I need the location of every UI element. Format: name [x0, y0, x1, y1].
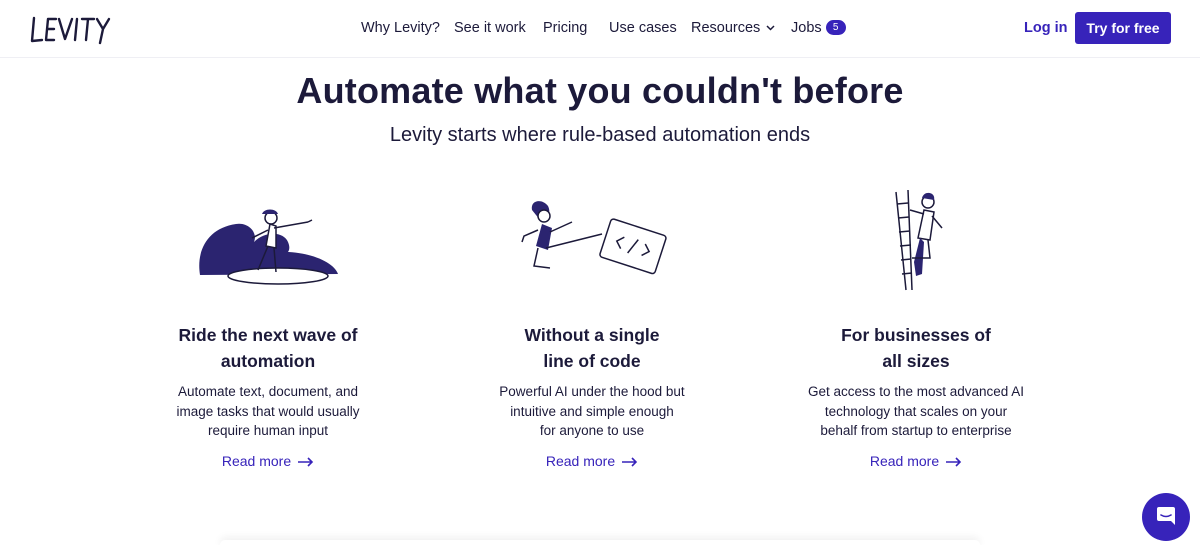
- login-link[interactable]: Log in: [1024, 20, 1068, 36]
- arrow-right-icon: [946, 457, 962, 467]
- read-more-link[interactable]: Read more: [756, 453, 1076, 469]
- feature-description: Automate text, document, and image tasks…: [108, 382, 428, 441]
- read-more-link[interactable]: Read more: [432, 453, 752, 469]
- chat-icon: [1157, 507, 1175, 525]
- feature-title-line: Without a single: [524, 325, 660, 345]
- page-subtitle: Levity starts where rule-based automatio…: [389, 124, 811, 146]
- nav-why-levity[interactable]: Why Levity?: [361, 20, 440, 36]
- feature-title-line: For businesses of: [841, 325, 991, 345]
- arrow-right-icon: [298, 457, 314, 467]
- feature-desc-line: Automate text, document, and: [177, 384, 359, 399]
- arrow-right-icon: [622, 457, 638, 467]
- feature-desc-line: require human input: [207, 423, 329, 438]
- feature-title: For businesses of all sizes: [756, 322, 1076, 374]
- nav-jobs-label: Jobs: [791, 20, 822, 36]
- read-more-link[interactable]: Read more: [108, 453, 428, 469]
- feature-title-line: Ride the next wave of: [178, 325, 358, 345]
- feature-desc-line: Powerful AI under the hood but: [499, 384, 685, 399]
- feature-desc-line: behalf from startup to enterprise: [820, 423, 1012, 438]
- feature-description: Get access to the most advanced AI techn…: [756, 382, 1076, 441]
- nav-resources-label: Resources: [691, 20, 761, 36]
- feature-desc-line: intuitive and simple enough: [510, 403, 674, 419]
- feature-desc-line: Get access to the most advanced AI: [807, 384, 1025, 399]
- surfer-illustration: [199, 209, 338, 285]
- feature-desc-line: technology that scales on your: [824, 403, 1008, 419]
- main-nav: Why Levity? See it work Pricing Use case…: [0, 20, 1200, 40]
- feature-description: Powerful AI under the hood but intuitive…: [432, 382, 752, 441]
- try-for-free-button[interactable]: Try for free: [1075, 12, 1171, 44]
- read-more-label: Read more: [545, 453, 616, 469]
- climber-illustration: [895, 189, 943, 291]
- kick-code-illustration: [521, 201, 667, 275]
- jobs-count-badge: 5: [825, 20, 846, 35]
- nav-resources[interactable]: Resources: [691, 20, 775, 36]
- feature-desc-line: for anyone to use: [539, 423, 645, 438]
- feature-card-automation: Ride the next wave of automation Automat…: [108, 180, 428, 480]
- nav-use-cases[interactable]: Use cases: [609, 20, 677, 36]
- feature-title: Without a single line of code: [432, 322, 752, 374]
- page-title: Automate what you couldn't before: [296, 70, 904, 111]
- nav-see-it-work[interactable]: See it work: [454, 20, 526, 36]
- site-header: Why Levity? See it work Pricing Use case…: [0, 0, 1200, 58]
- nav-jobs[interactable]: Jobs 5: [791, 20, 846, 36]
- feature-card-all-sizes: For businesses of all sizes Get access t…: [756, 180, 1076, 480]
- feature-card-no-code: Without a single line of code Powerful A…: [432, 180, 752, 480]
- feature-desc-line: image tasks that would usually: [176, 403, 360, 419]
- feature-title-line: automation: [220, 351, 316, 371]
- chevron-down-icon: [766, 25, 775, 31]
- chat-button[interactable]: [1142, 493, 1190, 541]
- feature-title: Ride the next wave of automation: [108, 322, 428, 374]
- read-more-label: Read more: [869, 453, 940, 469]
- next-section-edge: [220, 540, 980, 545]
- feature-title-line: all sizes: [882, 351, 950, 371]
- feature-title-line: line of code: [543, 351, 641, 371]
- nav-pricing[interactable]: Pricing: [543, 20, 587, 36]
- read-more-label: Read more: [221, 453, 292, 469]
